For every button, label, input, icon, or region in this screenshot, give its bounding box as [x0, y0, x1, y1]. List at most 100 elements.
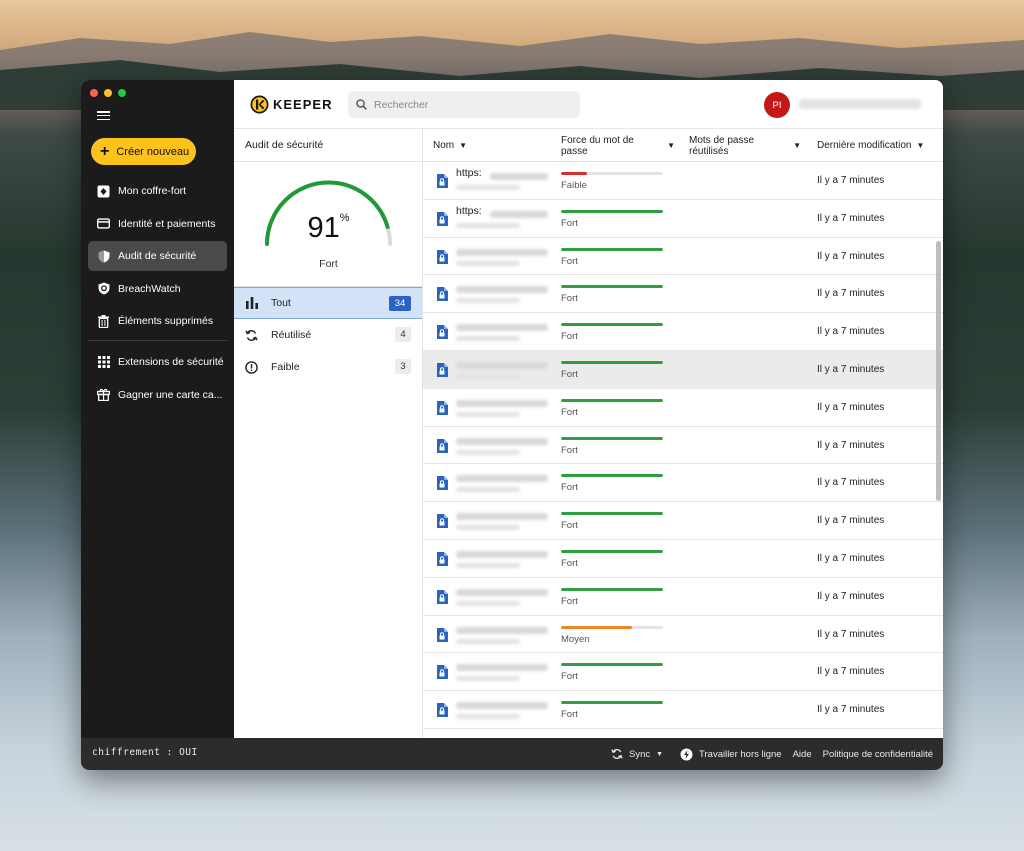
- table-row[interactable]: Fort Il y a 7 minutes: [423, 540, 943, 578]
- sidebar-item-breachwatch[interactable]: BreachWatch: [88, 274, 227, 304]
- work-offline-button[interactable]: Travailler hors ligne: [680, 748, 782, 761]
- strength-label: Fort: [561, 671, 578, 683]
- strength-label: Fort: [561, 444, 578, 456]
- strength-bar-fill: [561, 587, 663, 591]
- security-score-gauge: 91% Fort: [234, 162, 422, 287]
- last-modified: Il y a 7 minutes: [817, 401, 885, 413]
- column-header-name[interactable]: Nom ▼: [433, 129, 467, 162]
- filter-all[interactable]: Tout 34: [234, 287, 422, 319]
- redacted-title: [456, 550, 548, 558]
- login-record-icon: [437, 551, 448, 566]
- table-row[interactable]: Fort Il y a 7 minutes: [423, 427, 943, 465]
- table-row[interactable]: https: Faible Il y a 7 minutes: [423, 162, 943, 200]
- table-body: https: Faible Il y a 7 minutes https: Fort Il…: [423, 162, 943, 729]
- strength-bar: [561, 398, 663, 402]
- strength-bar: [561, 323, 663, 327]
- password-strength: Fort: [561, 474, 663, 493]
- table-scrollbar[interactable]: [936, 241, 941, 501]
- strength-bar-fill: [561, 474, 663, 478]
- password-strength: Fort: [561, 587, 663, 607]
- table-row[interactable]: Fort Il y a 7 minutes: [423, 464, 943, 503]
- sidebar-item-identity[interactable]: Identité et paiements: [88, 209, 227, 239]
- sidebar-item-security-audit[interactable]: Audit de sécurité: [88, 241, 227, 271]
- sidebar-item-security-extensions[interactable]: Extensions de sécurité: [88, 347, 227, 377]
- chevron-down-icon: ▼: [656, 750, 664, 758]
- strength-bar: [561, 663, 663, 667]
- table-row[interactable]: Fort Il y a 7 minutes: [423, 275, 943, 314]
- table-row[interactable]: Fort Il y a 7 minutes: [423, 691, 943, 729]
- sidebar-item-deleted[interactable]: Éléments supprimés: [88, 306, 227, 336]
- grid-icon: [97, 356, 110, 369]
- sidebar-item-label: Audit de sécurité: [118, 250, 197, 262]
- trash-icon: [97, 314, 110, 328]
- column-header-reused[interactable]: Mots de passe réutilisés ▼: [689, 129, 801, 162]
- strength-label: Fort: [561, 520, 578, 532]
- create-new-button[interactable]: + Créer nouveau: [91, 138, 196, 165]
- strength-bar-fill: [561, 701, 663, 705]
- last-modified: Il y a 7 minutes: [817, 477, 885, 489]
- column-header-modified[interactable]: Dernière modification ▼: [817, 129, 924, 162]
- last-modified: Il y a 7 minutes: [817, 439, 885, 451]
- table-row[interactable]: Fort Il y a 7 minutes: [423, 578, 943, 616]
- login-record-icon: [437, 476, 448, 491]
- filter-count-badge: 34: [389, 296, 411, 311]
- close-window-button[interactable]: [90, 89, 98, 97]
- strength-bar: [561, 209, 663, 213]
- table-row[interactable]: Fort Il y a 7 minutes: [423, 502, 943, 540]
- search-box[interactable]: [348, 91, 580, 118]
- table-row[interactable]: Fort Il y a 7 minutes: [423, 350, 943, 389]
- record-title: https:: [456, 205, 551, 230]
- search-input[interactable]: [374, 98, 564, 111]
- strength-label: Fort: [561, 331, 578, 343]
- sync-button[interactable]: Sync ▼: [611, 748, 663, 760]
- table-row[interactable]: Fort Il y a 7 minutes: [423, 238, 943, 276]
- record-title: [456, 624, 551, 646]
- strength-bar-fill: [561, 323, 663, 327]
- column-header-strength[interactable]: Force du mot de passe ▼: [561, 129, 675, 162]
- last-modified: Il y a 7 minutes: [817, 212, 885, 224]
- last-modified: Il y a 7 minutes: [817, 666, 885, 678]
- table-row[interactable]: Fort Il y a 7 minutes: [423, 313, 943, 351]
- minimize-window-button[interactable]: [104, 89, 112, 97]
- last-modified: Il y a 7 minutes: [817, 363, 885, 375]
- redacted-title: [456, 588, 548, 596]
- menu-icon[interactable]: [97, 111, 110, 120]
- search-icon: [356, 99, 367, 110]
- strength-bar-fill: [561, 247, 663, 251]
- sidebar-nav: Mon coffre-fort Identité et paiements Au…: [88, 176, 227, 412]
- plus-icon: +: [100, 142, 110, 160]
- maximize-window-button[interactable]: [118, 89, 126, 97]
- account-email-redacted[interactable]: [798, 99, 922, 109]
- password-strength: Fort: [561, 285, 663, 304]
- strength-bar: [561, 625, 663, 629]
- strength-label: Faible: [561, 180, 587, 191]
- redacted-subtitle: [456, 487, 520, 493]
- column-header-label: Mots de passe réutilisés: [689, 134, 755, 157]
- security-audit-panel: Audit de sécurité 91% Fort Tout 34 Réuti…: [234, 129, 423, 738]
- filter-weak[interactable]: Faible 3: [234, 351, 422, 383]
- help-link[interactable]: Aide: [793, 749, 812, 760]
- table-row[interactable]: Fort Il y a 7 minutes: [423, 389, 943, 427]
- filter-label: Réutilisé: [271, 329, 312, 341]
- keeper-logo-icon: [250, 95, 269, 114]
- sidebar-item-vault[interactable]: Mon coffre-fort: [88, 176, 227, 206]
- strength-label: Moyen: [561, 633, 590, 645]
- redacted-title: [456, 513, 548, 521]
- sidebar-item-label: Identité et paiements: [118, 217, 216, 230]
- record-title: [456, 359, 551, 381]
- filter-reused[interactable]: Réutilisé 4: [234, 319, 422, 351]
- password-strength: Fort: [561, 436, 663, 456]
- table-row[interactable]: https: Fort Il y a 7 minutes: [423, 200, 943, 238]
- sidebar-item-gift-card[interactable]: Gagner une carte ca...: [88, 380, 227, 410]
- avatar[interactable]: PI: [764, 92, 790, 118]
- column-header-label: Force du mot de passe: [561, 134, 634, 157]
- security-score-unit: %: [339, 212, 350, 224]
- redacted-subtitle: [456, 336, 520, 342]
- breachwatch-icon: [97, 282, 110, 295]
- privacy-policy-link[interactable]: Politique de confidentialité: [823, 749, 933, 760]
- strength-bar-fill: [561, 360, 663, 364]
- logo-text: KEEPER: [273, 97, 333, 112]
- table-row[interactable]: Moyen Il y a 7 minutes: [423, 616, 943, 654]
- login-record-icon: [437, 249, 448, 264]
- table-row[interactable]: Fort Il y a 7 minutes: [423, 653, 943, 692]
